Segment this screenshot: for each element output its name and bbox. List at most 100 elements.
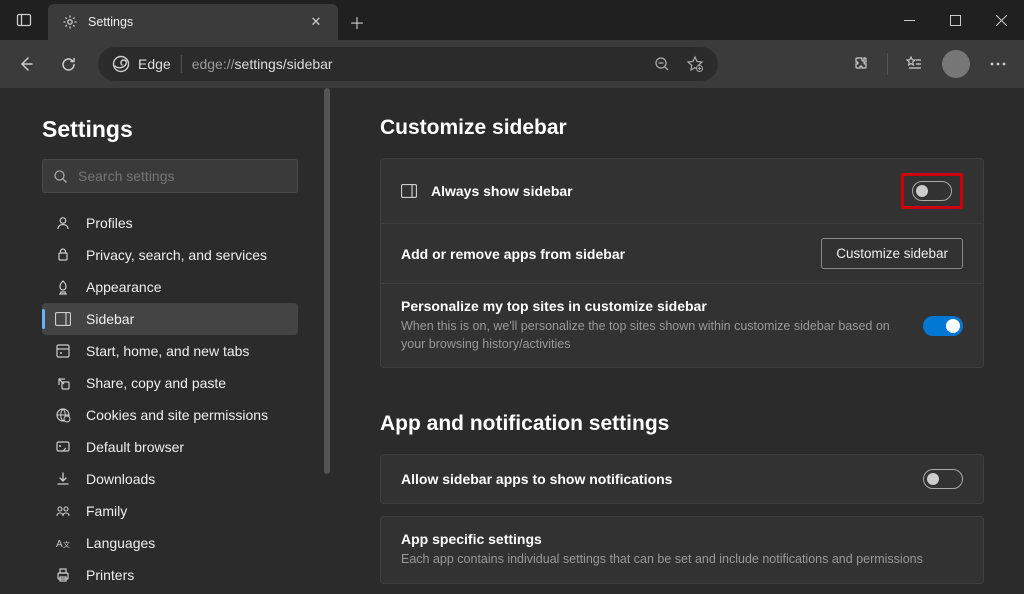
star-lines-icon xyxy=(905,55,923,73)
settings-main: Customize sidebar Always show sidebar Ad… xyxy=(330,88,1024,594)
search-settings-box[interactable] xyxy=(42,159,298,193)
always-show-sidebar-row: Always show sidebar xyxy=(381,159,983,224)
sidebar-item-default-browser[interactable]: Default browser xyxy=(42,431,298,463)
sidebar-item-label: Family xyxy=(86,503,127,519)
refresh-icon xyxy=(60,56,77,73)
sidebar-item-printers[interactable]: Printers xyxy=(42,559,298,591)
nav-icon xyxy=(54,279,72,295)
sidebar-item-family[interactable]: Family xyxy=(42,495,298,527)
address-bar[interactable]: Edge edge://settings/sidebar xyxy=(98,47,718,81)
personalize-label: Personalize my top sites in customize si… xyxy=(401,298,909,314)
window-maximize-button[interactable] xyxy=(932,0,978,40)
maximize-icon xyxy=(950,15,961,26)
sidebar-item-label: Downloads xyxy=(86,471,155,487)
svg-text:文: 文 xyxy=(63,540,70,549)
sidebar-item-downloads[interactable]: Downloads xyxy=(42,463,298,495)
allow-notif-card: Allow sidebar apps to show notifications xyxy=(380,454,984,504)
sidebar-item-label: Start, home, and new tabs xyxy=(86,343,249,359)
sidebar-item-label: Appearance xyxy=(86,279,162,295)
search-input[interactable] xyxy=(78,168,287,184)
sidebar-item-label: Cookies and site permissions xyxy=(86,407,268,423)
sidebar-item-cookies-and-site-permissions[interactable]: Cookies and site permissions xyxy=(42,399,298,431)
scrollbar[interactable] xyxy=(324,88,330,474)
titlebar: Settings ✕ ＋ xyxy=(0,0,1024,40)
sidebar-item-label: Languages xyxy=(86,535,155,551)
customize-sidebar-card: Always show sidebar Add or remove apps f… xyxy=(380,158,984,368)
settings-sidebar: Settings Profiles Privacy, search, and se… xyxy=(0,88,330,594)
nav-icon xyxy=(54,503,72,519)
more-button[interactable] xyxy=(978,46,1018,82)
highlight-annotation xyxy=(901,173,963,209)
app-specific-desc: Each app contains individual settings th… xyxy=(401,551,963,569)
gear-icon xyxy=(62,14,78,30)
allow-notif-row: Allow sidebar apps to show notifications xyxy=(381,455,983,503)
customize-sidebar-heading: Customize sidebar xyxy=(380,116,984,140)
sidebar-item-label: Sidebar xyxy=(86,311,134,327)
sidebar-item-appearance[interactable]: Appearance xyxy=(42,271,298,303)
search-icon xyxy=(53,169,68,184)
nav-icon xyxy=(54,407,72,423)
sidebar-item-label: Share, copy and paste xyxy=(86,375,226,391)
personalize-row: Personalize my top sites in customize si… xyxy=(381,284,983,367)
sidebar-item-sidebar[interactable]: Sidebar xyxy=(42,303,298,335)
app-notif-heading: App and notification settings xyxy=(380,412,984,436)
customize-sidebar-button[interactable]: Customize sidebar xyxy=(821,238,963,269)
always-show-label: Always show sidebar xyxy=(431,183,887,199)
sidebar-item-share-copy-and-paste[interactable]: Share, copy and paste xyxy=(42,367,298,399)
sidebar-item-start-home-and-new-tabs[interactable]: Start, home, and new tabs xyxy=(42,335,298,367)
sidebar-item-label: Printers xyxy=(86,567,134,583)
nav-icon xyxy=(54,567,72,583)
sidebar-item-profiles[interactable]: Profiles xyxy=(42,207,298,239)
nav-icon xyxy=(54,247,72,263)
app-specific-row: App specific settings Each app contains … xyxy=(381,517,983,583)
ellipsis-icon xyxy=(989,62,1007,66)
allow-notif-label: Allow sidebar apps to show notifications xyxy=(401,471,909,487)
edge-chip: Edge xyxy=(112,55,171,73)
add-remove-label: Add or remove apps from sidebar xyxy=(401,246,807,262)
refresh-button[interactable] xyxy=(48,46,88,82)
extensions-button[interactable] xyxy=(841,46,881,82)
tab-actions-icon xyxy=(16,12,32,28)
extension-icon xyxy=(852,55,870,73)
app-specific-label: App specific settings xyxy=(401,531,963,547)
sidebar-item-label: Profiles xyxy=(86,215,133,231)
tab-close-button[interactable]: ✕ xyxy=(304,10,328,34)
window-minimize-button[interactable] xyxy=(886,0,932,40)
nav-icon xyxy=(54,439,72,455)
svg-text:A: A xyxy=(56,539,63,550)
arrow-left-icon xyxy=(17,55,35,73)
nav-icon xyxy=(54,375,72,391)
minimize-icon xyxy=(904,15,915,26)
browser-tab[interactable]: Settings ✕ xyxy=(48,4,338,40)
settings-heading: Settings xyxy=(42,116,302,143)
sidebar-item-languages[interactable]: A文 Languages xyxy=(42,527,298,559)
allow-notif-toggle[interactable] xyxy=(923,469,963,489)
favorite-add-icon[interactable] xyxy=(686,55,704,73)
sidebar-item-label: Privacy, search, and services xyxy=(86,247,267,263)
zoom-out-icon[interactable] xyxy=(654,56,670,72)
nav-icon xyxy=(54,312,72,326)
sidebar-panel-icon xyxy=(401,184,417,198)
always-show-toggle[interactable] xyxy=(912,181,952,201)
favorites-button[interactable] xyxy=(894,46,934,82)
app-specific-card: App specific settings Each app contains … xyxy=(380,516,984,584)
personalize-toggle[interactable] xyxy=(923,316,963,336)
back-button[interactable] xyxy=(6,46,46,82)
nav-icon xyxy=(54,471,72,487)
nav-icon xyxy=(54,343,72,359)
tab-actions-button[interactable] xyxy=(0,0,48,40)
nav-icon: A文 xyxy=(54,535,72,551)
url-text: edge://settings/sidebar xyxy=(192,56,333,72)
new-tab-button[interactable]: ＋ xyxy=(338,4,376,40)
tab-title: Settings xyxy=(88,15,294,29)
sidebar-item-label: Default browser xyxy=(86,439,184,455)
profile-avatar[interactable] xyxy=(942,50,970,78)
personalize-desc: When this is on, we'll personalize the t… xyxy=(401,318,909,353)
browser-toolbar: Edge edge://settings/sidebar xyxy=(0,40,1024,88)
sidebar-item-privacy-search-and-services[interactable]: Privacy, search, and services xyxy=(42,239,298,271)
close-icon xyxy=(996,15,1007,26)
edge-label: Edge xyxy=(138,56,171,72)
add-remove-apps-row: Add or remove apps from sidebar Customiz… xyxy=(381,224,983,284)
window-close-button[interactable] xyxy=(978,0,1024,40)
edge-logo-icon xyxy=(112,55,130,73)
